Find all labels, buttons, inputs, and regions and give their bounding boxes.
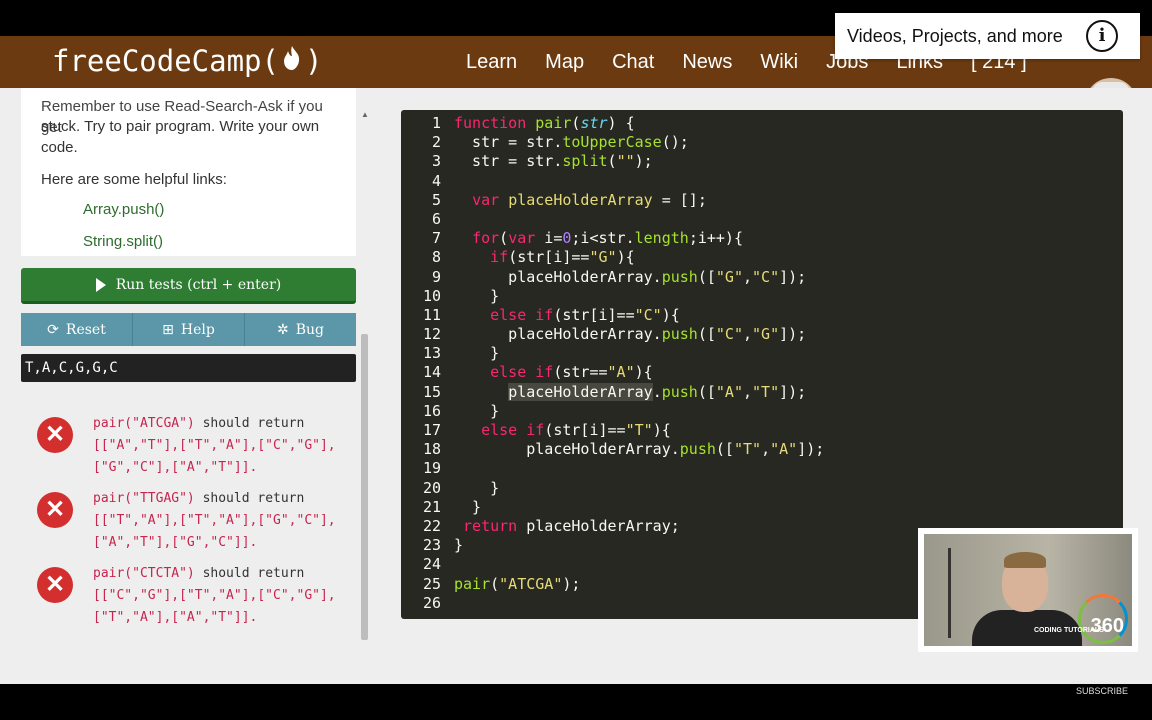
line-number: 23 <box>422 536 441 555</box>
info-icon[interactable]: i <box>1086 20 1118 52</box>
overlay-text: Videos, Projects, and more <box>847 25 1063 46</box>
line-number: 5 <box>431 190 441 209</box>
brand-logo[interactable]: freeCodeCamp( ) <box>52 44 322 78</box>
webcam-frame: CODING TUTORIALS 360 <box>924 534 1132 646</box>
medkit-icon: ⊞ <box>162 321 174 338</box>
line-number: 20 <box>422 478 441 497</box>
line-number: 2 <box>431 133 441 152</box>
reset-button[interactable]: ⟳ Reset <box>21 313 133 346</box>
nav-learn[interactable]: Learn <box>466 51 517 74</box>
test-should: should return <box>194 416 305 431</box>
person-hair <box>1004 552 1046 568</box>
brand-text: freeCodeCamp( <box>52 44 279 78</box>
test-expected-1: [["T","A"],["T","A"],["G","C"], <box>93 513 336 528</box>
nav-wiki[interactable]: Wiki <box>760 51 798 74</box>
line-number: 14 <box>422 363 441 382</box>
test-text: pair("CTCTA") should return [["C","G"],[… <box>93 563 353 629</box>
line-number: 22 <box>422 516 441 535</box>
line-number: 6 <box>431 209 441 228</box>
line-number: 12 <box>422 325 441 344</box>
line-number: 18 <box>422 440 441 459</box>
refresh-icon: ⟳ <box>47 321 59 338</box>
link-array-push[interactable]: Array.push() <box>83 201 164 218</box>
bottom-letterbox <box>0 684 1152 720</box>
action-buttons: ⟳ Reset ⊞ Help ✲ Bug <box>21 313 356 346</box>
test-call: pair("ATCGA") <box>93 416 195 431</box>
desc-helpful: Here are some helpful links: <box>41 171 227 188</box>
flame-icon <box>281 44 303 78</box>
line-number: 16 <box>422 401 441 420</box>
line-number: 24 <box>422 555 441 574</box>
left-panel: Remember to use Read-Search-Ask if you g… <box>21 88 356 643</box>
scroll-up-arrow[interactable]: ▲ <box>361 110 369 119</box>
test-should: should return <box>194 491 305 506</box>
bug-label: Bug <box>295 321 324 338</box>
nav-news[interactable]: News <box>682 51 732 74</box>
line-number: 3 <box>431 152 441 171</box>
fail-icon: ✕ <box>37 492 73 528</box>
help-button[interactable]: ⊞ Help <box>133 313 245 346</box>
test-expected-2: ["A","T"],["G","C"]]. <box>93 535 258 550</box>
run-tests-label: Run tests (ctrl + enter) <box>115 276 282 293</box>
line-number-gutter: 1 2 3 4 5 6 7 8 9 10 11 12 13 14 15 16 17 18 19 20 21 22 23 24 2… <box>401 114 441 613</box>
channel-number: 360 <box>1090 615 1124 637</box>
line-number: 26 <box>422 593 441 612</box>
desc-line-2: code. <box>41 139 78 156</box>
bug-button[interactable]: ✲ Bug <box>245 313 356 346</box>
line-number: 10 <box>422 286 441 305</box>
test-call: pair("CTCTA") <box>93 566 195 581</box>
lamp <box>948 548 951 638</box>
bug-icon: ✲ <box>276 321 289 338</box>
line-number: 8 <box>431 248 441 267</box>
challenge-description: Remember to use Read-Search-Ask if you g… <box>21 88 356 256</box>
line-number: 25 <box>422 574 441 593</box>
test-text: pair("ATCGA") should return [["A","T"],[… <box>93 413 353 479</box>
desc-line-1: stuck. Try to pair program. Write your o… <box>41 118 320 135</box>
line-number: 21 <box>422 497 441 516</box>
line-number: 13 <box>422 344 441 363</box>
nav-chat[interactable]: Chat <box>612 51 654 74</box>
line-number: 1 <box>431 114 441 132</box>
main-area: Remember to use Read-Search-Ask if you g… <box>0 88 1152 684</box>
scrollbar-thumb[interactable] <box>361 334 368 640</box>
line-number: 7 <box>431 229 441 248</box>
help-label: Help <box>180 321 215 338</box>
line-number: 9 <box>431 267 441 286</box>
test-expected-1: [["A","T"],["T","A"],["C","G"], <box>93 438 336 453</box>
run-tests-button[interactable]: Run tests (ctrl + enter) <box>21 268 356 304</box>
brand-text-close: ) <box>304 44 323 78</box>
webcam-overlay: CODING TUTORIALS 360 <box>918 528 1138 652</box>
output-box: T,A,C,G,G,C <box>21 354 356 382</box>
test-should: should return <box>194 566 305 581</box>
line-number: 4 <box>431 171 441 190</box>
link-string-split[interactable]: String.split() <box>83 233 163 250</box>
reset-label: Reset <box>65 321 106 338</box>
play-icon <box>95 277 106 292</box>
fail-icon: ✕ <box>37 417 73 453</box>
line-number: 17 <box>422 421 441 439</box>
line-number: 11 <box>422 305 441 324</box>
test-expected-2: ["G","C"],["A","T"]]. <box>93 460 258 475</box>
overlay-banner[interactable]: Videos, Projects, and more i <box>835 13 1140 59</box>
line-number: 19 <box>422 459 441 478</box>
fail-icon: ✕ <box>37 567 73 603</box>
test-expected-1: [["C","G"],["T","A"],["C","G"], <box>93 588 336 603</box>
test-call: pair("TTGAG") <box>93 491 195 506</box>
nav-map[interactable]: Map <box>545 51 584 74</box>
line-number: 15 <box>422 382 441 401</box>
test-expected-2: ["T","A"],["A","T"]]. <box>93 610 258 625</box>
subscribe-label[interactable]: SUBSCRIBE <box>1076 686 1128 696</box>
test-text: pair("TTGAG") should return [["T","A"],[… <box>93 488 353 554</box>
